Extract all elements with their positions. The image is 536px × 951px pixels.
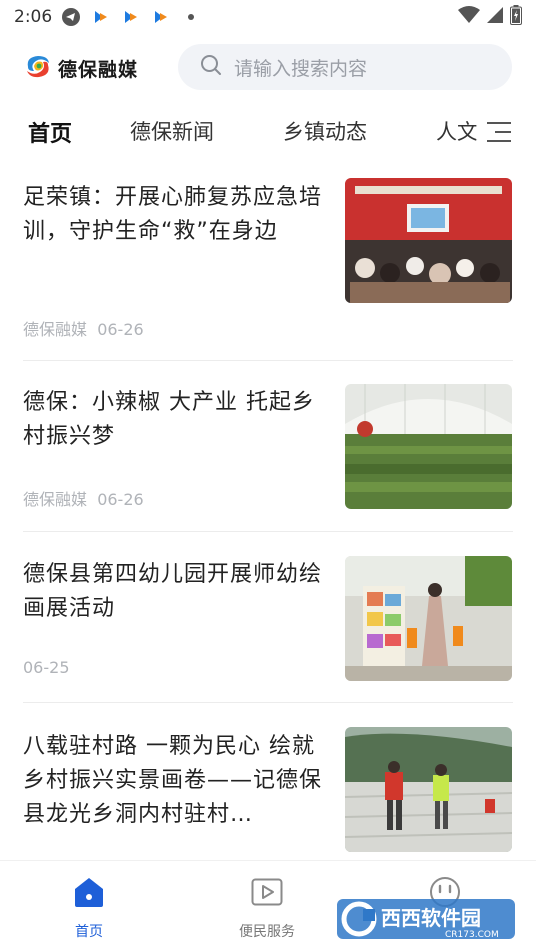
news-date: 06-26 xyxy=(97,490,144,509)
news-title: 八载驻村路 一颗为民心 绘就乡村振兴实景画卷——记德保县龙光乡洞内村驻村… xyxy=(23,734,323,827)
wifi-icon xyxy=(458,5,480,29)
search-input[interactable]: 请输入搜索内容 xyxy=(178,44,512,90)
home-icon xyxy=(72,878,106,913)
tab-home[interactable]: 首页 xyxy=(28,116,72,148)
news-thumbnail xyxy=(345,384,512,509)
app-notification-icon xyxy=(90,6,112,28)
news-item[interactable]: 八载驻村路 一颗为民心 绘就乡村振兴实景画卷——记德保县龙光乡洞内村驻村… xyxy=(23,727,513,860)
play-icon xyxy=(250,878,284,913)
news-date: 06-25 xyxy=(23,658,70,677)
battery-icon xyxy=(510,4,522,30)
nav-services[interactable]: 便民服务 xyxy=(222,875,312,941)
divider xyxy=(23,531,513,532)
news-item[interactable]: 德保：小辣椒 大产业 托起乡村振兴梦 德保融媒 06-26 xyxy=(23,384,513,526)
news-item[interactable]: 足荣镇：开展心肺复苏应急培训，守护生命“救”在身边 德保融媒 06-26 xyxy=(23,178,513,341)
status-right-icons xyxy=(458,4,522,30)
channel-tabs: 首页 德保新闻 乡镇动态 人文 xyxy=(0,108,536,156)
app-notification-icon xyxy=(150,6,172,28)
logo-text: 德保融媒 xyxy=(58,58,139,81)
news-thumbnail xyxy=(345,178,512,303)
news-item[interactable]: 德保县第四幼儿园开展师幼绘画展活动 06-25 xyxy=(23,556,513,698)
status-time: 2:06 xyxy=(14,7,53,27)
nav-home[interactable]: 首页 xyxy=(44,875,134,941)
signal-icon xyxy=(486,6,504,29)
app-logo[interactable]: 德保融媒 xyxy=(24,53,138,83)
dot-icon xyxy=(180,6,202,28)
app-notification-icon xyxy=(120,6,142,28)
news-source: 德保融媒 xyxy=(23,320,88,339)
news-title: 德保：小辣椒 大产业 托起乡村振兴梦 xyxy=(23,390,315,449)
nav-services-label: 便民服务 xyxy=(239,924,295,940)
logo-icon xyxy=(24,53,52,83)
news-title: 德保县第四幼儿园开展师幼绘画展活动 xyxy=(23,562,323,621)
svg-text:CR173.COM: CR173.COM xyxy=(445,930,499,940)
channel-menu-icon[interactable] xyxy=(476,112,522,152)
search-placeholder: 请输入搜索内容 xyxy=(234,57,368,80)
news-source: 德保融媒 xyxy=(23,490,88,509)
search-icon xyxy=(200,54,222,80)
svg-text:西西软件园: 西西软件园 xyxy=(381,906,481,930)
watermark-logo: 西西软件园 CR173.COM xyxy=(337,897,517,941)
news-meta: 06-25 xyxy=(23,658,70,677)
status-bar: 2:06 xyxy=(0,0,536,34)
news-meta: 德保融媒 06-26 xyxy=(23,316,144,340)
news-meta: 德保融媒 06-26 xyxy=(23,486,144,510)
news-thumbnail xyxy=(345,556,512,681)
news-thumbnail xyxy=(345,727,512,852)
divider xyxy=(23,360,513,361)
app-header: 德保融媒 请输入搜索内容 xyxy=(0,40,536,96)
telegram-icon xyxy=(60,6,82,28)
tab-debao-news[interactable]: 德保新闻 xyxy=(130,116,214,146)
news-date: 06-26 xyxy=(97,320,144,339)
tab-township-news[interactable]: 乡镇动态 xyxy=(283,116,367,146)
news-title: 足荣镇：开展心肺复苏应急培训，守护生命“救”在身边 xyxy=(23,185,323,244)
divider xyxy=(23,702,513,703)
nav-home-label: 首页 xyxy=(75,924,103,940)
tab-culture[interactable]: 人文 xyxy=(436,116,478,146)
